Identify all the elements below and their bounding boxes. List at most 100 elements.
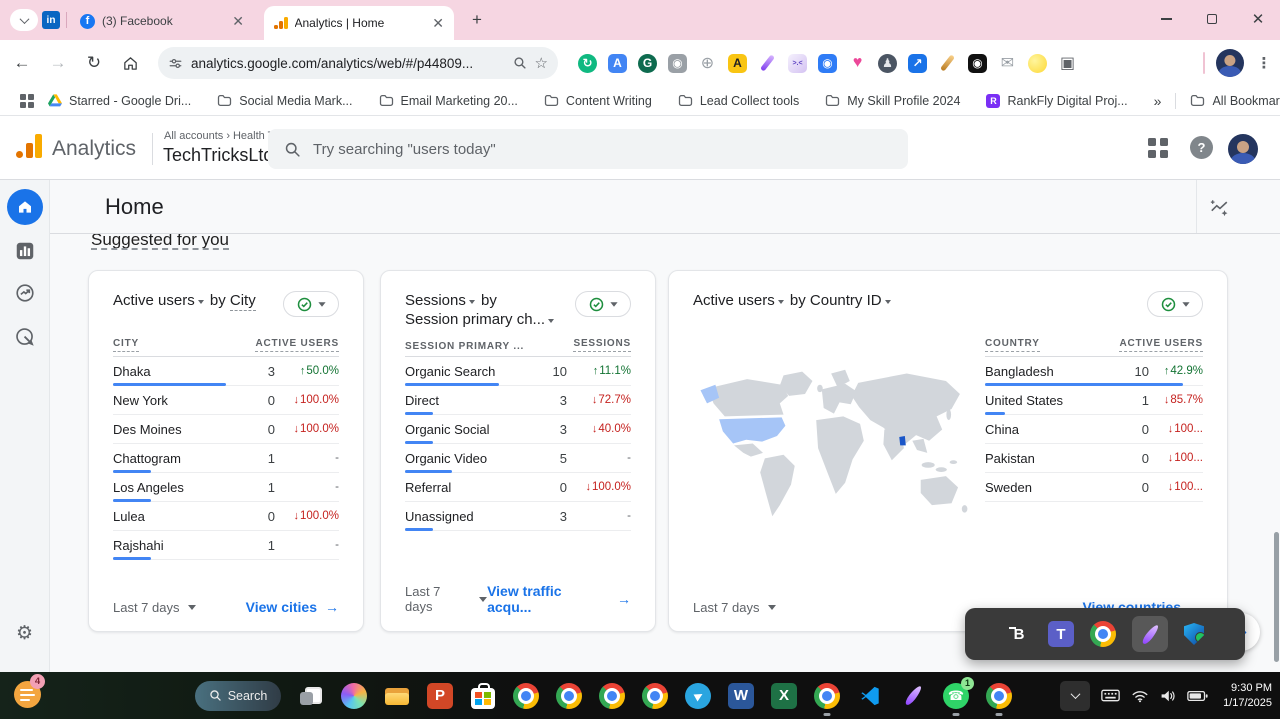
telegram[interactable] — [685, 674, 711, 718]
excel[interactable]: X — [771, 674, 797, 718]
view-cities-link[interactable]: View cities→ — [246, 599, 339, 615]
highlighter-extension-icon[interactable]: A — [728, 54, 747, 73]
url-input[interactable] — [191, 56, 505, 71]
bookmark-item[interactable]: Social Media Mark... — [217, 94, 352, 108]
sidebar-item-reports[interactable] — [14, 240, 36, 262]
teams-app[interactable]: T — [1048, 621, 1074, 647]
dimension-selector[interactable]: Country ID — [810, 292, 882, 309]
settings-gear-icon[interactable]: ⚙ — [16, 622, 33, 645]
bookmark-item[interactable]: Content Writing — [544, 94, 652, 108]
bookmark-item[interactable]: Starred - Google Dri... — [48, 94, 191, 108]
address-bar[interactable]: ☆ — [158, 47, 558, 79]
apps-grid-icon[interactable] — [20, 94, 34, 108]
tag-extension-icon[interactable]: ◉ — [818, 54, 837, 73]
word[interactable]: W — [728, 674, 754, 718]
dark-extension-icon[interactable]: ◉ — [968, 54, 987, 73]
browser-profile-avatar[interactable] — [1216, 49, 1244, 77]
designer-app[interactable] — [1132, 616, 1168, 652]
refresh-extension-icon[interactable]: ↻ — [578, 54, 597, 73]
forward-button[interactable]: → — [44, 49, 72, 77]
tab-facebook[interactable]: f (3) Facebook ✕ — [74, 8, 250, 34]
home-button[interactable] — [116, 49, 144, 77]
analytics-search-bar[interactable] — [268, 129, 908, 169]
hidden-icons-chevron[interactable] — [1060, 681, 1090, 711]
window-maximize-button[interactable] — [1192, 0, 1232, 38]
zoom-icon[interactable] — [513, 56, 527, 70]
sidebar-item-home[interactable] — [7, 189, 43, 225]
chrome-profile-1[interactable] — [513, 674, 539, 718]
globe-extension-icon[interactable]: ⊕ — [698, 54, 717, 73]
chrome-profile-3[interactable] — [599, 674, 625, 718]
help-icon[interactable]: ? — [1190, 136, 1213, 159]
share-extension-icon[interactable]: ↗ — [908, 54, 927, 73]
tab-search-button[interactable] — [10, 9, 38, 31]
close-icon[interactable]: ✕ — [432, 16, 444, 30]
column-header[interactable]: CITY — [113, 338, 139, 352]
new-tab-button[interactable]: + — [466, 9, 488, 31]
tab-analytics[interactable]: Analytics | Home ✕ — [264, 6, 454, 40]
chrome-profile-2[interactable] — [556, 674, 582, 718]
file-explorer[interactable] — [384, 674, 410, 718]
all-bookmarks-button[interactable]: All Bookmarks — [1190, 94, 1280, 108]
microsoft-store[interactable] — [470, 674, 496, 718]
chrome-profile-4[interactable] — [642, 674, 668, 718]
grammarly-extension-icon[interactable]: G — [638, 54, 657, 73]
bookmark-item[interactable]: RRankFly Digital Proj... — [986, 94, 1127, 108]
whatsapp[interactable]: ☎1 — [943, 674, 969, 718]
search-input[interactable] — [313, 141, 892, 158]
date-range-selector[interactable]: Last 7 days — [693, 600, 776, 615]
heart-extension-icon[interactable]: ♥ — [848, 54, 867, 73]
browser-menu-button[interactable]: ⋮ — [1254, 49, 1274, 77]
tb-app[interactable]: B — [1006, 621, 1032, 647]
start-button[interactable] — [152, 674, 178, 718]
linkedin-pinned-tab[interactable]: in — [42, 11, 60, 29]
bulb-extension-icon[interactable] — [1028, 54, 1047, 73]
task-view[interactable] — [298, 674, 324, 718]
bookmark-item[interactable]: Lead Collect tools — [678, 94, 799, 108]
data-quality-badge[interactable] — [575, 291, 631, 317]
ga-apps-grid-icon[interactable] — [1148, 138, 1168, 158]
eyedropper-extension-icon[interactable] — [938, 54, 957, 73]
scrollbar-thumb[interactable] — [1274, 532, 1279, 662]
view-traffic-link[interactable]: View traffic acqu...→ — [487, 583, 631, 615]
translate-extension-icon[interactable]: A — [608, 54, 627, 73]
search-pill[interactable]: Search — [195, 681, 281, 711]
analytics-logo-icon[interactable] — [16, 134, 42, 158]
column-header[interactable]: ACTIVE USERS — [255, 338, 339, 352]
breadcrumb-all-accounts[interactable]: All accounts — [164, 130, 223, 142]
battery-icon[interactable] — [1187, 690, 1208, 702]
mail-extension-icon[interactable]: ✉ — [998, 54, 1017, 73]
wifi-icon[interactable] — [1131, 689, 1149, 703]
sidebar-item-advertising[interactable] — [14, 326, 36, 348]
assistant-extension-icon[interactable]: ♟ — [878, 54, 897, 73]
refresh-button[interactable]: ↻ — [80, 49, 108, 77]
vscode[interactable] — [857, 674, 883, 718]
bookmark-item[interactable]: My Skill Profile 2024 — [825, 94, 960, 108]
column-header[interactable]: SESSIONS — [573, 338, 631, 352]
pen-extension-icon[interactable] — [758, 54, 777, 73]
search-box[interactable]: Search — [195, 674, 281, 718]
date-range-selector[interactable]: Last 7 days — [405, 584, 487, 614]
chrome-profile-5[interactable] — [814, 674, 840, 718]
keyboard-icon[interactable] — [1101, 689, 1120, 702]
data-quality-badge[interactable] — [1147, 291, 1203, 317]
copilot[interactable] — [341, 674, 367, 718]
dimension-selector[interactable]: Session primary ch... — [405, 311, 545, 328]
column-header[interactable]: COUNTRY — [985, 338, 1040, 352]
metric-selector[interactable]: Sessions — [405, 292, 466, 309]
column-header[interactable]: SESSION PRIMARY ... — [405, 341, 524, 352]
ga-profile-avatar[interactable] — [1228, 134, 1258, 164]
sidebar-item-explore[interactable] — [14, 282, 36, 304]
cursor-extension-icon[interactable]: >.< — [788, 54, 807, 73]
bookmark-star-icon[interactable]: ☆ — [535, 54, 548, 72]
window-close-button[interactable]: ✕ — [1238, 0, 1278, 38]
powerpoint[interactable]: P — [427, 674, 453, 718]
back-button[interactable]: ← — [8, 49, 36, 77]
chrome-app[interactable] — [1090, 621, 1116, 647]
dimension-selector[interactable]: City — [230, 292, 256, 311]
bookmarks-overflow-button[interactable]: » — [1154, 93, 1162, 109]
window-minimize-button[interactable] — [1146, 0, 1186, 38]
bookmark-item[interactable]: Email Marketing 20... — [379, 94, 518, 108]
insights-icon[interactable] — [1208, 198, 1231, 218]
date-range-selector[interactable]: Last 7 days — [113, 600, 196, 615]
